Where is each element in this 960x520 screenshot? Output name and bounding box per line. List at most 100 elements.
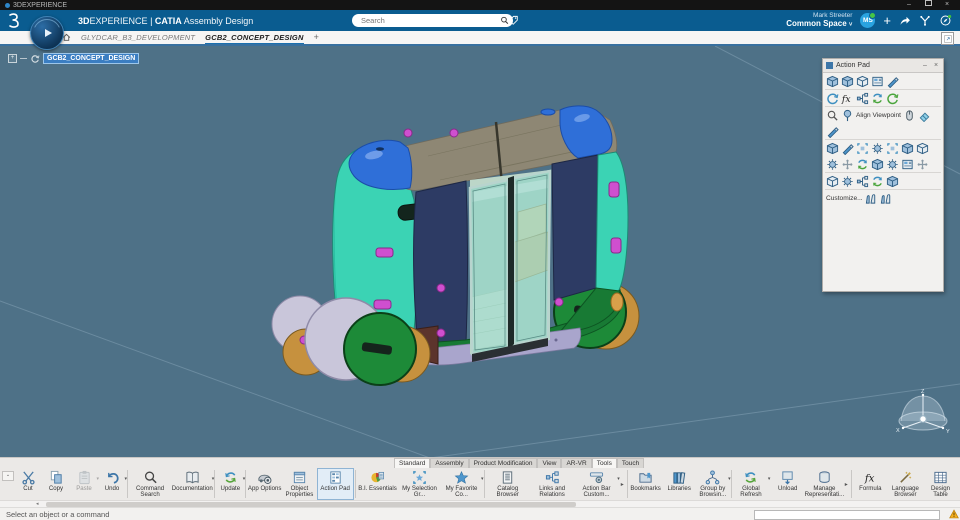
explode-view-icon[interactable] — [916, 142, 929, 155]
manipulator-a-icon[interactable] — [865, 192, 878, 205]
synchronize-icon[interactable] — [886, 92, 899, 105]
manage-representations-button[interactable]: Manage Representati... — [805, 468, 844, 500]
paste-button[interactable]: ▾ Paste — [70, 468, 99, 500]
my-favorite-commands-button[interactable]: ▾ My Favorite Co... — [441, 468, 484, 500]
insert-component-icon[interactable] — [856, 142, 869, 155]
window-maximize-button[interactable] — [920, 0, 936, 10]
add-tab-button[interactable]: + — [314, 32, 319, 43]
formula-button[interactable]: Formula — [853, 468, 888, 500]
update-button[interactable]: ▾ Update — [216, 468, 245, 500]
customize-button[interactable]: Customize... — [826, 195, 863, 202]
compass-center[interactable] — [919, 415, 927, 423]
compass-help-icon[interactable] — [939, 14, 952, 27]
3dexperience-compass-button[interactable] — [30, 16, 64, 50]
impact-graph-icon[interactable] — [856, 92, 869, 105]
add-content-button[interactable]: + — [883, 14, 891, 27]
manipulator-b-icon[interactable] — [880, 192, 893, 205]
replace-component-icon[interactable] — [826, 142, 839, 155]
object-properties-button[interactable]: Object Properties — [282, 468, 317, 500]
publication-icon[interactable] — [886, 175, 899, 188]
tab-ar-vr[interactable]: AR-VR — [561, 458, 592, 468]
refresh-icon[interactable] — [871, 92, 884, 105]
reorder-tree-icon[interactable] — [856, 175, 869, 188]
copy-button[interactable]: Copy — [42, 468, 70, 500]
libraries-button[interactable]: Libraries — [662, 468, 696, 500]
tab-product-modification[interactable]: Product Modification — [468, 458, 538, 468]
move-component-icon[interactable] — [841, 175, 854, 188]
window-minimize-button[interactable]: – — [901, 0, 917, 10]
mouse-settings-icon[interactable] — [903, 109, 916, 122]
bookmarks-button[interactable]: Bookmarks — [629, 468, 663, 500]
snap-icon[interactable] — [841, 158, 854, 171]
cut-button[interactable]: Cut — [14, 468, 42, 500]
align-viewpoint-button[interactable]: Align Viewpoint — [856, 112, 901, 119]
inspect-magnifier-icon[interactable] — [826, 109, 839, 122]
tree-expander-icon[interactable]: + — [8, 54, 17, 63]
expand-viewport-button[interactable] — [941, 32, 954, 45]
tab-gcb2-concept-design[interactable]: GCB2_CONCEPT_DESIGN — [205, 32, 304, 44]
warning-icon[interactable] — [949, 509, 959, 519]
update-children-icon[interactable] — [871, 175, 884, 188]
turntable-icon[interactable] — [841, 109, 854, 122]
3d-viewport[interactable]: + GCB2_CONCEPT_DESIGN Z X Y Action Pad –… — [0, 46, 960, 457]
constraints-icon[interactable] — [826, 158, 839, 171]
isolate-icon[interactable] — [826, 175, 839, 188]
group-overflow-button[interactable]: ▸ — [619, 468, 626, 500]
fasten-components-icon[interactable] — [871, 158, 884, 171]
design-table-button[interactable]: Design Table — [923, 468, 958, 500]
unload-button[interactable]: Unload — [769, 468, 806, 500]
session-board-icon[interactable] — [871, 75, 884, 88]
spec-tree-root[interactable]: + GCB2_CONCEPT_DESIGN — [8, 53, 140, 64]
window-close-button[interactable]: × — [939, 0, 955, 10]
user-space-selector[interactable]: Mark Streeter Common Space ˅ — [786, 12, 852, 28]
action-pad-close-button[interactable]: × — [932, 61, 940, 71]
tab-assembly[interactable]: Assembly — [430, 458, 469, 468]
language-browser-button[interactable]: Language Browser — [888, 468, 923, 500]
documentation-button[interactable]: ▾ Documentation — [171, 468, 214, 500]
frame-select-icon[interactable] — [886, 142, 899, 155]
break-link-icon[interactable] — [916, 158, 929, 171]
pattern-component-icon[interactable] — [901, 158, 914, 171]
tab-touch[interactable]: Touch — [616, 458, 645, 468]
bi-essentials-button[interactable]: B.I. Essentials — [357, 468, 399, 500]
align-components-icon[interactable] — [886, 158, 899, 171]
command-search-button[interactable]: Command Search — [129, 468, 171, 500]
component-tool-icon[interactable] — [886, 75, 899, 88]
surface-shape-icon[interactable] — [856, 75, 869, 88]
catalog-browser-button[interactable]: Catalog Browser — [486, 468, 530, 500]
duplicate-component-icon[interactable] — [901, 142, 914, 155]
action-bar-customize-button[interactable]: ▾ Action Bar Custom... — [574, 468, 620, 500]
avatar[interactable]: MS — [860, 12, 877, 28]
app-options-button[interactable]: App Options — [247, 468, 282, 500]
global-refresh-button[interactable]: ▾ Global Refresh — [733, 468, 770, 500]
view-compass[interactable]: Z X Y — [893, 388, 953, 442]
global-search[interactable] — [352, 14, 513, 27]
tree-root-label[interactable]: GCB2_CONCEPT_DESIGN — [43, 53, 140, 64]
links-and-relations-button[interactable]: Links and Relations — [530, 468, 574, 500]
action-pad-panel[interactable]: Action Pad – × Align Viewpoint Customize… — [822, 58, 944, 292]
measure-item-icon[interactable] — [826, 125, 839, 138]
formula-fx-icon[interactable] — [841, 92, 854, 105]
power-input-field[interactable] — [754, 510, 940, 520]
tab-view[interactable]: View — [537, 458, 562, 468]
tab-glydcar-b3-development[interactable]: GLYDCAR_B3_DEVELOPMENT — [81, 32, 195, 43]
tag-icon[interactable] — [508, 15, 519, 26]
update-status-icon[interactable] — [826, 92, 839, 105]
vehicle-model[interactable] — [260, 92, 660, 402]
my-selection-groups-button[interactable]: My Selection Gr... — [399, 468, 441, 500]
assembly-component-icon[interactable] — [841, 75, 854, 88]
share-icon[interactable] — [899, 15, 911, 27]
group-by-browsing-button[interactable]: ▾ Group by Browsin... — [696, 468, 731, 500]
create-line-icon[interactable] — [841, 142, 854, 155]
search-input[interactable] — [359, 15, 500, 26]
tab-tools[interactable]: Tools — [591, 458, 617, 468]
collaboration-icon[interactable] — [919, 15, 931, 27]
smart-move-icon[interactable] — [856, 158, 869, 171]
action-pad-titlebar[interactable]: Action Pad – × — [823, 59, 943, 73]
collapse-action-bar-button[interactable]: ⌄ — [2, 471, 14, 481]
lock-manage-icon[interactable] — [871, 142, 884, 155]
model-cube-icon[interactable] — [826, 75, 839, 88]
action-pad-button[interactable]: Action Pad — [316, 468, 354, 500]
eraser-icon[interactable] — [918, 109, 931, 122]
action-pad-minimize-button[interactable]: – — [921, 61, 929, 71]
